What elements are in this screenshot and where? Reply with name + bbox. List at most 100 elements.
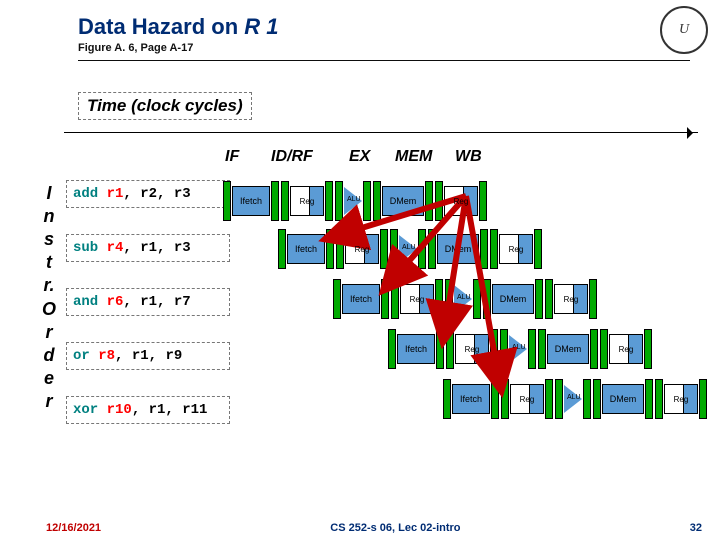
block-label: Reg — [674, 395, 689, 404]
stage-wb: WB — [455, 148, 485, 166]
block-label: Reg — [509, 245, 524, 254]
vlabel-char: I — [42, 182, 56, 205]
instruction-row: add r1, r2, r3 — [66, 180, 230, 208]
latch-bar — [445, 279, 453, 319]
block-label: Ifetch — [405, 344, 427, 354]
latch-bar — [435, 279, 443, 319]
instr-rest: , r1, r11 — [132, 402, 208, 418]
instruction-row: xor r10, r1, r11 — [66, 396, 230, 424]
block-label: ALU — [512, 344, 526, 351]
latch-bar — [589, 279, 597, 319]
vlabel-char: d — [42, 344, 56, 367]
block-label: Reg — [465, 345, 480, 354]
latch-bar — [390, 229, 398, 269]
latch-bar — [428, 229, 436, 269]
block-label: Reg — [454, 197, 469, 206]
latch-bar — [326, 229, 334, 269]
latch-bar — [391, 279, 399, 319]
stage-if: IF — [225, 148, 251, 166]
footer-date: 12/16/2021 — [46, 522, 101, 534]
title-underline — [78, 60, 690, 61]
instr-op: and — [73, 294, 107, 310]
latch-bar — [479, 181, 487, 221]
instr-dest: r4 — [107, 240, 124, 256]
latch-bar — [373, 181, 381, 221]
latch-bar — [500, 329, 508, 369]
vlabel-char: s — [42, 228, 56, 251]
vlabel-char: r — [42, 390, 56, 413]
instruction-row: and r6, r1, r7 — [66, 288, 230, 316]
slide-subtitle: Figure A. 6, Page A-17 — [0, 40, 720, 60]
reg-write-block: Reg — [499, 234, 533, 264]
reg-write-block: Reg — [444, 186, 478, 216]
block-label: Reg — [355, 245, 370, 254]
vlabel-char: t — [42, 251, 56, 274]
latch-bar — [473, 279, 481, 319]
block-label: Reg — [520, 395, 535, 404]
latch-bar — [555, 379, 563, 419]
block-label: Reg — [564, 295, 579, 304]
instr-rest: , r1, r7 — [123, 294, 190, 310]
latch-bar — [583, 379, 591, 419]
latch-bar — [528, 329, 536, 369]
latch-bar — [645, 379, 653, 419]
instr-rest: , r1, r9 — [115, 348, 182, 364]
latch-bar — [436, 329, 444, 369]
slide-footer: 12/16/2021 CS 252-s 06, Lec 02-intro 32 — [46, 522, 702, 534]
block-label: DMem — [610, 394, 637, 404]
vlabel-char: O — [42, 298, 56, 321]
latch-bar — [534, 229, 542, 269]
title-prefix: Data Hazard on — [78, 14, 244, 39]
block-label: Reg — [300, 197, 315, 206]
latch-bar — [335, 181, 343, 221]
ifetch-block: Ifetch — [397, 334, 435, 364]
block-label: DMem — [390, 196, 417, 206]
latch-bar — [545, 279, 553, 319]
block-label: ALU — [347, 196, 361, 203]
latch-bar — [699, 379, 707, 419]
title-r1: R 1 — [244, 14, 278, 39]
footer-page-number: 32 — [690, 522, 702, 534]
vertical-label-instr: I n s t r. — [42, 182, 56, 297]
instr-op: or — [73, 348, 98, 364]
pipeline-row: Ifetch Reg ALU DMem Reg — [332, 278, 598, 320]
dmem-block: DMem — [437, 234, 479, 264]
ifetch-block: Ifetch — [452, 384, 490, 414]
latch-bar — [491, 379, 499, 419]
latch-bar — [435, 181, 443, 221]
time-axis-arrow — [64, 132, 698, 133]
instr-op: add — [73, 186, 107, 202]
vlabel-char: n — [42, 205, 56, 228]
logo-seal: U — [660, 6, 708, 54]
instruction-row: or r8, r1, r9 — [66, 342, 230, 370]
instr-dest: r1 — [107, 186, 124, 202]
pipeline-stage-header: IF ID/RF EX MEM WB — [225, 148, 485, 166]
alu-block: ALU — [399, 235, 417, 263]
latch-bar — [333, 279, 341, 319]
vlabel-char: e — [42, 367, 56, 390]
latch-bar — [446, 329, 454, 369]
block-label: DMem — [555, 344, 582, 354]
latch-bar — [480, 229, 488, 269]
alu-block: ALU — [564, 385, 582, 413]
pipeline-diagram: Ifetch Reg ALU DMem Reg Ifetch Reg ALU D… — [222, 180, 707, 460]
reg-write-block: Reg — [664, 384, 698, 414]
block-label: DMem — [445, 244, 472, 254]
block-label: Ifetch — [295, 244, 317, 254]
instr-dest: r6 — [107, 294, 124, 310]
latch-bar — [538, 329, 546, 369]
block-label: Reg — [619, 345, 634, 354]
block-label: Ifetch — [240, 196, 262, 206]
latch-bar — [336, 229, 344, 269]
slide-title: Data Hazard on R 1 — [0, 0, 720, 40]
latch-bar — [535, 279, 543, 319]
vlabel-char: r — [42, 321, 56, 344]
ifetch-block: Ifetch — [342, 284, 380, 314]
pipeline-row: Ifetch Reg ALU DMem Reg — [222, 180, 488, 222]
latch-bar — [545, 379, 553, 419]
block-label: ALU — [402, 244, 416, 251]
reg-read-block: Reg — [400, 284, 434, 314]
latch-bar — [271, 181, 279, 221]
slide-root: U Data Hazard on R 1 Figure A. 6, Page A… — [0, 0, 720, 540]
latch-bar — [590, 329, 598, 369]
